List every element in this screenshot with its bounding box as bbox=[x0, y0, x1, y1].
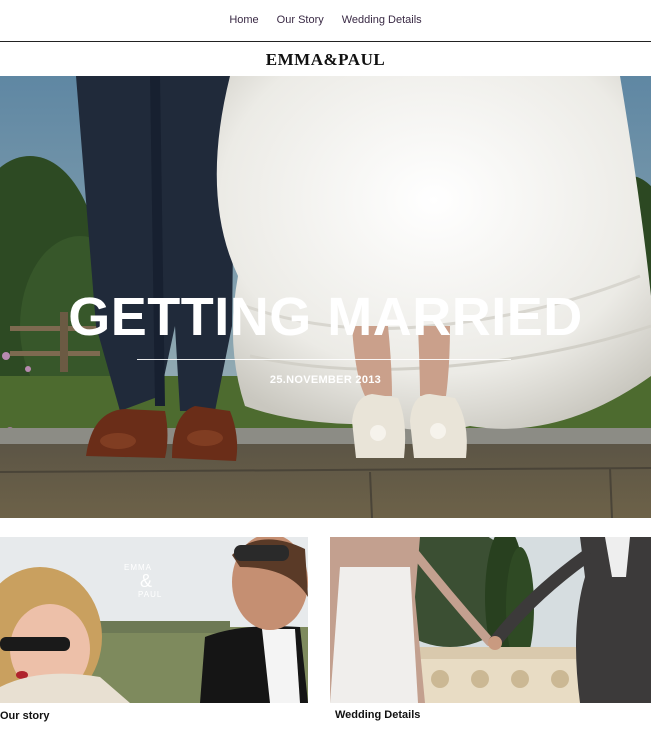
hero-date: 25.NOVEMBER 2013 bbox=[269, 374, 382, 386]
our-story-photo bbox=[0, 537, 308, 703]
our-story-card[interactable]: EMMA & PAUL bbox=[0, 537, 308, 703]
emma-paul-watermark: EMMA & PAUL bbox=[124, 563, 184, 599]
watermark-amp: & bbox=[140, 571, 153, 591]
nav-wedding-details-link[interactable]: Wedding Details bbox=[342, 14, 422, 26]
top-nav: Home Our Story Wedding Details bbox=[0, 0, 651, 42]
hero-banner: GETTING MARRIED 25.NOVEMBER 2013 bbox=[0, 76, 651, 518]
site-title[interactable]: EMMA&PAUL bbox=[0, 50, 651, 70]
hero-divider bbox=[137, 359, 511, 360]
hero-title: GETTING MARRIED bbox=[68, 287, 583, 347]
our-story-caption[interactable]: Our story bbox=[0, 710, 50, 722]
wedding-details-caption[interactable]: Wedding Details bbox=[335, 709, 420, 721]
wedding-details-card[interactable] bbox=[330, 537, 651, 703]
watermark-bottom: PAUL bbox=[138, 590, 163, 599]
watermark-top: EMMA bbox=[124, 563, 152, 572]
nav-our-story-link[interactable]: Our Story bbox=[277, 14, 324, 26]
nav-home-link[interactable]: Home bbox=[229, 14, 258, 26]
wedding-details-photo bbox=[330, 537, 651, 703]
